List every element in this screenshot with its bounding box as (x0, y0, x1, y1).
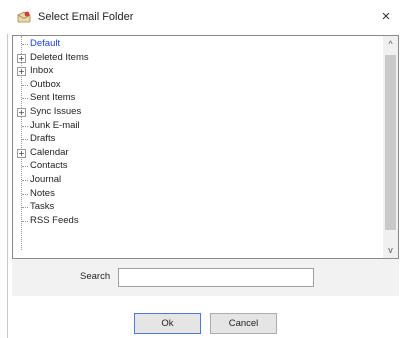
folder-item[interactable]: Outbox (13, 78, 383, 92)
folder-label: Junk E-mail (30, 119, 80, 131)
title-bar: Select Email Folder × (0, 0, 401, 34)
tree-branch-line (22, 44, 28, 45)
tree-branch-line (22, 193, 28, 195)
folder-tree[interactable]: Default + Deleted Items + Inbox Outbox Sent It… (12, 35, 399, 259)
folder-item[interactable]: + Inbox (13, 64, 383, 78)
tree-branch-line (22, 84, 28, 86)
folder-label: Notes (30, 187, 55, 199)
tree-branch-line (22, 166, 28, 168)
search-input[interactable] (118, 268, 314, 287)
folder-label: Inbox (30, 65, 54, 77)
folder-label: Drafts (30, 133, 56, 145)
folder-label: Default (30, 38, 61, 49)
folder-item[interactable]: Junk E-mail (13, 119, 383, 133)
search-panel: Search (12, 259, 399, 296)
folder-item[interactable]: + Sync Issues (13, 105, 383, 119)
folder-item[interactable]: Sent Items (13, 91, 383, 105)
folder-label: Sync Issues (30, 106, 82, 117)
expand-icon[interactable]: + (17, 108, 26, 117)
ok-button[interactable]: Ok (134, 313, 201, 334)
folder-tree-list: Default + Deleted Items + Inbox Outbox Sent It… (13, 36, 383, 258)
folder-item[interactable]: Drafts (13, 132, 383, 146)
tree-branch-line (22, 180, 28, 181)
folder-item[interactable]: Notes (13, 187, 383, 201)
folder-item[interactable]: Contacts (13, 159, 383, 173)
folder-item[interactable]: RSS Feeds (13, 214, 383, 228)
folder-label: Journal (30, 174, 62, 185)
folder-label: Calendar (30, 146, 69, 158)
folder-item[interactable]: Journal (13, 173, 383, 187)
expand-icon[interactable]: + (17, 53, 26, 63)
expand-icon[interactable]: + (17, 148, 26, 158)
folder-label: Outbox (30, 78, 61, 90)
tree-branch-line (22, 220, 28, 222)
expand-icon[interactable]: + (17, 67, 26, 77)
folder-item[interactable]: Default (13, 37, 383, 51)
folder-label: RSS Feeds (30, 214, 79, 226)
mail-folder-icon (17, 11, 31, 23)
tree-branch-line (22, 139, 28, 141)
folder-label: Contacts (30, 160, 68, 172)
scroll-thumb[interactable] (385, 55, 396, 230)
cancel-button[interactable]: Cancel (210, 313, 277, 334)
folder-item[interactable]: Tasks (13, 200, 383, 214)
folder-label: Tasks (30, 201, 55, 213)
folder-label: Sent Items (30, 92, 76, 104)
folder-item[interactable]: + Deleted Items (13, 51, 383, 65)
scroll-up-icon[interactable]: ^ (383, 36, 398, 52)
tree-branch-line (22, 207, 28, 209)
folder-label: Deleted Items (30, 51, 89, 63)
window-edge (7, 34, 8, 338)
tree-branch-line (22, 125, 28, 127)
folder-item[interactable]: + Calendar (13, 146, 383, 160)
dialog-title: Select Email Folder (38, 11, 134, 23)
close-button[interactable]: × (376, 7, 396, 27)
search-label: Search (80, 271, 111, 282)
scroll-down-icon[interactable]: v (383, 242, 398, 258)
vertical-scrollbar[interactable]: ^ v (383, 36, 398, 258)
tree-branch-line (22, 98, 28, 100)
select-email-folder-dialog: Select Email Folder × Default + Deleted It… (0, 0, 401, 338)
